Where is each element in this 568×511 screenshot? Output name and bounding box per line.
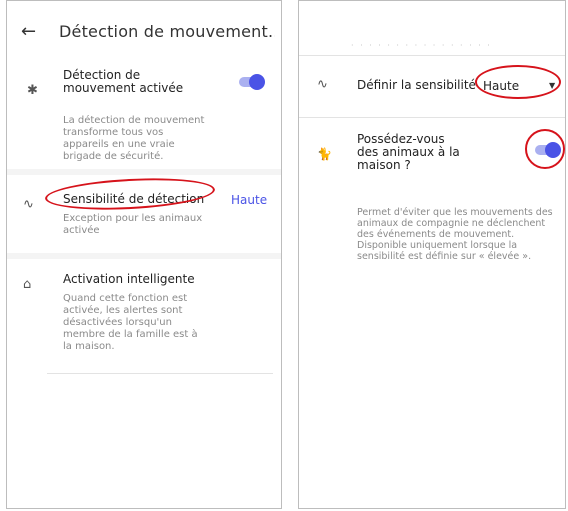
dropdown-caret-icon[interactable]: ▼ — [549, 81, 555, 90]
toggle-knob — [249, 74, 265, 90]
sensitivity-label: Sensibilité de détection — [63, 192, 205, 206]
pets-description: Permet d'éviter que les mouvements des a… — [299, 207, 565, 271]
set-sensitivity-label: Définir la sensibilité — [357, 78, 476, 92]
motion-desc-2: transforme tous vos — [63, 127, 164, 138]
home-icon: ⌂ — [23, 277, 32, 292]
back-arrow-icon[interactable]: ← — [21, 15, 36, 49]
smart-desc-3: désactivées lorsqu'un — [63, 317, 172, 328]
pets-label-3: maison ? — [357, 158, 411, 172]
separator — [47, 373, 273, 374]
sensitivity-select-value[interactable]: Haute — [483, 79, 519, 93]
pet-cat-icon: 🐈 — [317, 147, 332, 161]
set-sensitivity-row[interactable]: ∿ Définir la sensibilité Haute ▼ — [299, 65, 565, 107]
motion-sensor-icon: ✱ — [27, 83, 38, 98]
sensitivity-desc-2: activée — [63, 225, 100, 236]
toggle-knob — [545, 142, 561, 158]
faded-scroll-text: · · · · · · · · · · · · · · · · — [351, 41, 492, 47]
pets-toggle[interactable] — [535, 142, 561, 158]
smart-activation-label: Activation intelligente — [63, 272, 195, 286]
right-screen: · · · · · · · · · · · · · · · · ∿ Défini… — [298, 0, 566, 509]
separator — [299, 55, 565, 56]
separator — [299, 117, 565, 118]
header: ← Détection de mouvement... — [7, 15, 281, 55]
wave-icon: ∿ — [23, 197, 34, 212]
left-screen: ← Détection de mouvement... ✱ Détection … — [6, 0, 282, 509]
sensitivity-value[interactable]: Haute — [231, 193, 267, 207]
pets-desc-5: sensibilité est définie sur « élevée ». — [357, 251, 532, 262]
section-divider — [7, 169, 281, 175]
wave-icon: ∿ — [317, 77, 328, 92]
motion-detection-toggle[interactable] — [239, 74, 265, 90]
smart-activation-row[interactable]: ⌂ Activation intelligente Quand cette fo… — [7, 271, 281, 371]
sensitivity-desc-1: Exception pour les animaux — [63, 213, 203, 224]
smart-desc-2: activée, les alertes sont — [63, 305, 183, 316]
sensitivity-row[interactable]: ∿ Sensibilité de détection Haute Excepti… — [7, 174, 281, 247]
motion-desc-4: brigade de sécurité. — [63, 151, 164, 162]
motion-desc-3: appareils en une vraie — [63, 139, 175, 150]
smart-desc-4: membre de la famille est à — [63, 329, 198, 340]
page-title: Détection de mouvement... — [59, 22, 275, 41]
smart-desc-5: la maison. — [63, 341, 115, 352]
section-divider — [7, 253, 281, 259]
motion-detection-label-2: mouvement activée — [63, 81, 184, 95]
smart-desc-1: Quand cette fonction est — [63, 293, 188, 304]
pets-row: 🐈 Possédez-vous des animaux à la maison … — [299, 129, 565, 191]
motion-desc-1: La détection de mouvement — [63, 115, 205, 126]
motion-detection-row: ✱ Détection de mouvement activée La déte… — [7, 69, 281, 179]
